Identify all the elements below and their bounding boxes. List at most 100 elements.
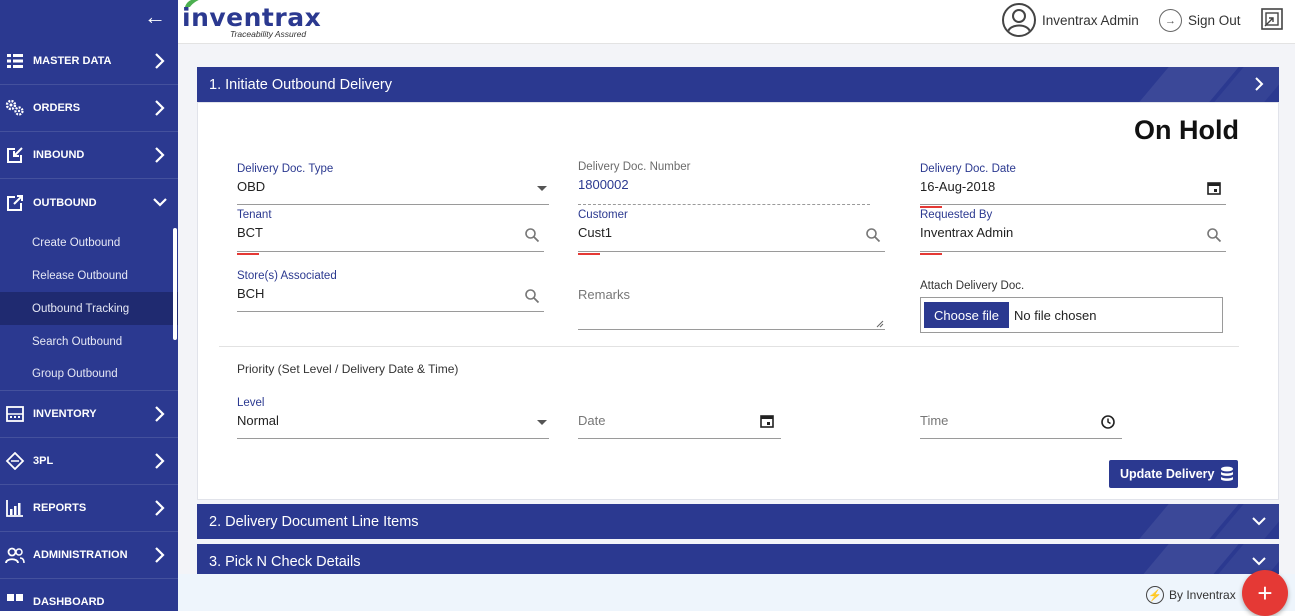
by-inventrax: ⚡ By Inventrax bbox=[1146, 586, 1236, 604]
resize-handle-icon[interactable] bbox=[876, 320, 884, 328]
inventory-icon bbox=[5, 405, 25, 423]
update-delivery-label: Update Delivery bbox=[1120, 467, 1215, 481]
field-value: Cust1 bbox=[578, 225, 612, 240]
sidebar-item-dashboard[interactable]: DASHBOARD bbox=[0, 579, 178, 611]
sidebar-item-master-data[interactable]: MASTER DATA bbox=[0, 38, 178, 85]
priority-heading: Priority (Set Level / Delivery Date & Ti… bbox=[237, 362, 459, 376]
user-menu[interactable]: Inventrax Admin bbox=[1002, 3, 1139, 37]
chevron-right-icon bbox=[155, 500, 165, 516]
sign-out-label: Sign Out bbox=[1188, 13, 1241, 28]
dropdown-arrow-icon bbox=[537, 186, 547, 191]
field-label: Tenant bbox=[237, 209, 272, 221]
sidebar-item-outbound[interactable]: OUTBOUND bbox=[0, 179, 178, 226]
customer-field[interactable]: Customer Cust1 bbox=[578, 209, 885, 255]
sidebar-sub-group-outbound[interactable]: Group Outbound bbox=[0, 358, 178, 391]
top-bar: inventrax Traceability Assured Inventrax… bbox=[178, 0, 1295, 44]
clock-icon[interactable] bbox=[1100, 414, 1116, 430]
section-divider bbox=[219, 346, 1239, 347]
search-icon[interactable] bbox=[524, 288, 540, 304]
sign-out-button[interactable]: → Sign Out bbox=[1159, 9, 1241, 32]
by-inventrax-label: By Inventrax bbox=[1169, 588, 1236, 602]
dashboard-icon bbox=[5, 593, 25, 611]
field-value: Inventrax Admin bbox=[920, 225, 1014, 240]
footer: ⚡ By Inventrax bbox=[178, 574, 1295, 611]
panel-header-line-items[interactable]: 2. Delivery Document Line Items bbox=[197, 504, 1279, 539]
panel-title: 3. Pick N Check Details bbox=[209, 553, 361, 570]
field-label: Delivery Doc. Number bbox=[578, 161, 691, 173]
3pl-icon bbox=[5, 452, 25, 470]
user-name: Inventrax Admin bbox=[1042, 12, 1139, 28]
remarks-placeholder: Remarks bbox=[578, 287, 631, 302]
panel-title: 2. Delivery Document Line Items bbox=[209, 513, 419, 530]
field-value: BCT bbox=[237, 225, 263, 240]
arrow-left-icon[interactable]: ← bbox=[144, 6, 166, 28]
no-file-text: No file chosen bbox=[1014, 307, 1097, 323]
requested-by-field[interactable]: Requested By Inventrax Admin bbox=[920, 209, 1226, 255]
search-icon[interactable] bbox=[865, 227, 881, 243]
remarks-textarea[interactable]: Remarks bbox=[578, 286, 885, 330]
chevron-right-icon bbox=[155, 547, 165, 563]
priority-level-select[interactable]: Level Normal bbox=[237, 397, 549, 439]
attach-doc-label-wrap: Attach Delivery Doc. bbox=[920, 280, 1220, 296]
sidebar-item-administration[interactable]: ADMINISTRATION bbox=[0, 532, 178, 579]
chevron-down-icon bbox=[153, 198, 167, 207]
logo-tagline: Traceability Assured bbox=[230, 29, 307, 39]
sidebar-item-inventory[interactable]: INVENTORY bbox=[0, 391, 178, 438]
field-label: Store(s) Associated bbox=[237, 270, 337, 282]
avatar-icon bbox=[1002, 3, 1036, 37]
sidebar-sub-release-outbound[interactable]: Release Outbound bbox=[0, 259, 178, 292]
gears-icon bbox=[5, 99, 25, 117]
inbound-icon bbox=[5, 146, 25, 164]
delivery-doc-type-select[interactable]: Delivery Doc. Type OBD bbox=[237, 163, 549, 205]
field-value: 16-Aug-2018 bbox=[920, 179, 996, 194]
add-fab-button[interactable]: + bbox=[1242, 570, 1288, 616]
delivery-doc-date-field[interactable]: Delivery Doc. Date 16-Aug-2018 bbox=[920, 163, 1226, 208]
sidebar-sub-outbound-tracking[interactable]: Outbound Tracking bbox=[0, 292, 178, 325]
update-delivery-button[interactable]: Update Delivery bbox=[1109, 460, 1238, 488]
priority-time-field[interactable]: Time bbox=[920, 412, 1122, 439]
users-icon bbox=[5, 546, 25, 564]
database-icon bbox=[1221, 466, 1234, 481]
lightning-icon: ⚡ bbox=[1146, 586, 1164, 604]
chevron-down-icon bbox=[1252, 517, 1266, 526]
date-placeholder: Date bbox=[578, 413, 606, 428]
delivery-status: On Hold bbox=[1134, 115, 1239, 145]
sidebar: ← MASTER DATA ORDERS INBOUND OUTBOUND Cr… bbox=[0, 0, 178, 611]
search-icon[interactable] bbox=[1206, 227, 1222, 243]
chevron-right-icon bbox=[155, 406, 165, 422]
stores-associated-field[interactable]: Store(s) Associated BCH bbox=[237, 270, 544, 312]
sidebar-item-inbound[interactable]: INBOUND bbox=[0, 132, 178, 179]
chevron-right-icon bbox=[155, 453, 165, 469]
calendar-icon[interactable] bbox=[1206, 180, 1222, 196]
field-value: BCH bbox=[237, 286, 265, 301]
choose-file-button[interactable]: Choose file bbox=[924, 302, 1010, 328]
sidebar-item-label: DASHBOARD bbox=[33, 596, 105, 608]
search-icon[interactable] bbox=[524, 227, 540, 243]
chevron-right-icon bbox=[155, 53, 165, 69]
attach-delivery-doc-input[interactable]: Choose file No file chosen bbox=[920, 297, 1223, 333]
plus-icon: + bbox=[1257, 577, 1273, 608]
attach-doc-label: Attach Delivery Doc. bbox=[920, 280, 1025, 292]
chevron-right-icon bbox=[155, 147, 165, 163]
expand-window-icon[interactable] bbox=[1261, 8, 1283, 30]
logo-wordmark: inventrax bbox=[182, 3, 322, 32]
field-label: Delivery Doc. Type bbox=[237, 163, 334, 175]
sidebar-sub-create-outbound[interactable]: Create Outbound bbox=[0, 226, 178, 259]
field-label: Requested By bbox=[920, 209, 993, 221]
panel-header-initiate-outbound[interactable]: 1. Initiate Outbound Delivery bbox=[197, 67, 1279, 102]
sidebar-sub-search-outbound[interactable]: Search Outbound bbox=[0, 325, 178, 358]
sidebar-item-3pl[interactable]: 3PL bbox=[0, 438, 178, 485]
calendar-icon[interactable] bbox=[759, 413, 775, 429]
sidebar-item-orders[interactable]: ORDERS bbox=[0, 85, 178, 132]
sidebar-scrollbar[interactable] bbox=[173, 228, 177, 340]
field-value: 1800002 bbox=[578, 177, 629, 192]
delivery-doc-number-field: Delivery Doc. Number 1800002 bbox=[578, 161, 870, 205]
reports-icon bbox=[5, 499, 25, 517]
priority-date-field[interactable]: Date bbox=[578, 412, 781, 439]
tenant-field[interactable]: Tenant BCT bbox=[237, 209, 544, 255]
chevron-right-icon bbox=[155, 100, 165, 116]
time-placeholder: Time bbox=[920, 413, 949, 428]
field-label: Delivery Doc. Date bbox=[920, 163, 1016, 175]
sidebar-item-reports[interactable]: REPORTS bbox=[0, 485, 178, 532]
sign-out-icon: → bbox=[1159, 9, 1182, 32]
